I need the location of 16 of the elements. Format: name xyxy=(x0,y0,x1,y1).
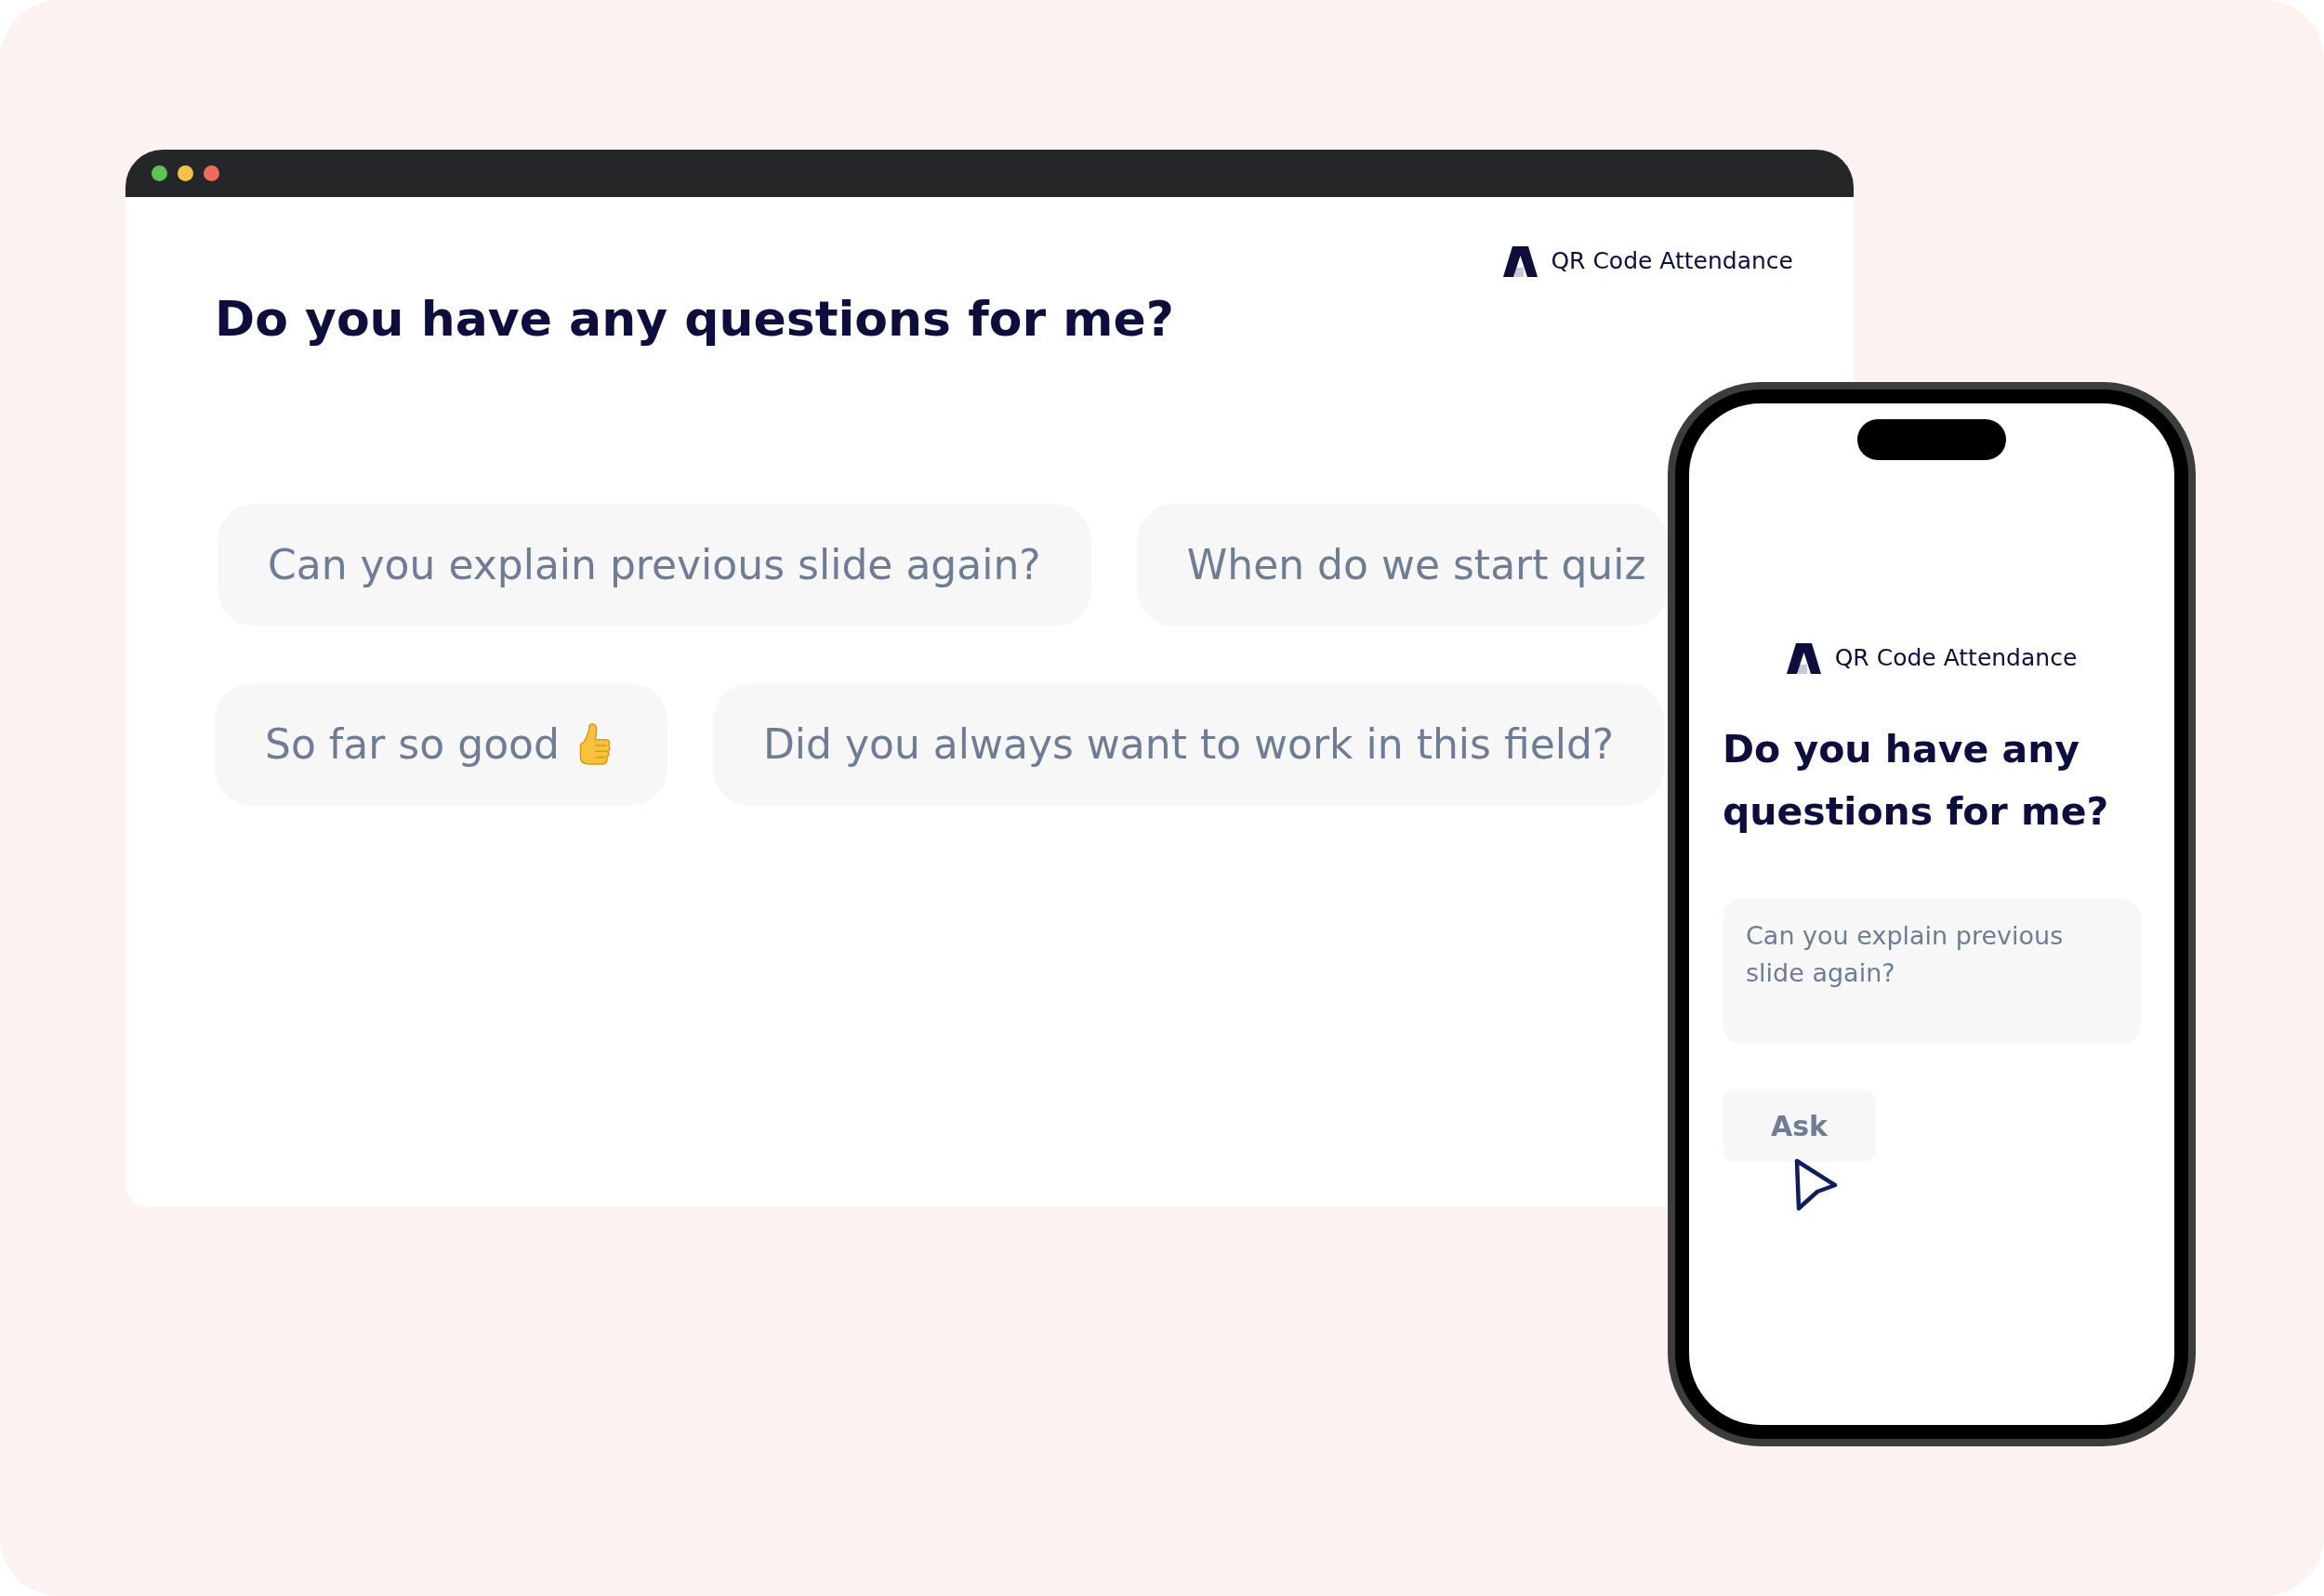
question-text: When do we start quiz xyxy=(1186,540,1646,590)
window-control-icon[interactable] xyxy=(178,165,193,181)
brand-name: QR Code Attendance xyxy=(1834,644,2078,672)
question-text: So far so good xyxy=(265,719,560,770)
ask-button[interactable]: Ask xyxy=(1723,1089,1876,1162)
window-control-icon[interactable] xyxy=(152,165,167,181)
question-text: Did you always want to work in this field? xyxy=(762,719,1615,770)
page-heading: Do you have any questions for me? xyxy=(215,290,1174,349)
page-heading: Do you have any questions for me? xyxy=(1723,726,2110,836)
logo-icon xyxy=(1503,245,1538,277)
cursor-icon xyxy=(1793,1156,1838,1212)
window-control-icon[interactable] xyxy=(204,165,219,181)
brand-name: QR Code Attendance xyxy=(1551,247,1793,275)
question-field[interactable]: Can you explain previous slide again? xyxy=(1723,899,2141,1044)
question-text: Can you explain previous slide again? xyxy=(268,540,1041,590)
logo-icon xyxy=(1786,642,1821,674)
